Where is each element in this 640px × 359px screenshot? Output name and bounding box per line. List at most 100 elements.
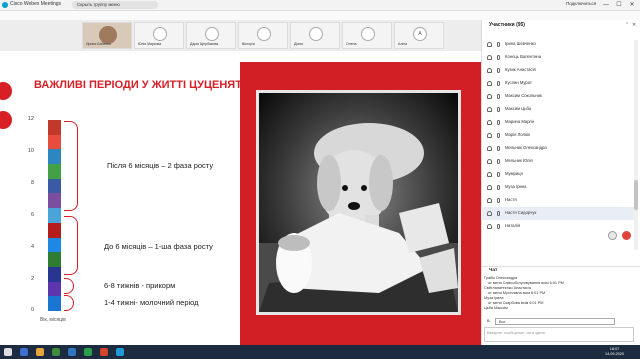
age-segment <box>48 222 61 239</box>
participant-row[interactable]: Мумриця <box>481 168 634 181</box>
person-icon <box>487 42 492 47</box>
app-title: Cisco Webex Meetings <box>10 1 62 7</box>
participant-row[interactable]: Настя Сидорчук <box>481 207 634 220</box>
participant-row[interactable]: Мельник Юлія <box>481 155 634 168</box>
participant-name: Максим Цьба <box>505 106 532 111</box>
thumbnail-name: Ирина Бабенко <box>86 42 111 46</box>
microphone-icon[interactable] <box>497 42 500 47</box>
participant-row[interactable]: Марія Лолюк <box>481 129 634 142</box>
age-segment <box>48 149 61 165</box>
video-thumbnail[interactable]: A Аліна <box>394 22 444 49</box>
age-segment <box>48 193 61 209</box>
puppy-photo <box>256 90 461 315</box>
scrollbar-thumb[interactable] <box>634 180 638 210</box>
webex-icon[interactable] <box>116 348 124 356</box>
phase-brace <box>64 121 78 211</box>
minimize-button[interactable]: — <box>600 0 612 10</box>
microphone-icon[interactable] <box>497 120 500 125</box>
participant-name: Конєць Валентина <box>505 54 542 59</box>
remove-participant-icon[interactable] <box>622 231 631 240</box>
participant-name: Мельник Олександра <box>505 145 547 150</box>
collapse-icon[interactable]: ⌃ <box>625 22 629 28</box>
y-tick-label: 2 <box>30 276 34 282</box>
windows-start-icon[interactable] <box>4 348 12 356</box>
participant-row[interactable]: Ірина Шевченко <box>481 38 634 51</box>
person-icon <box>487 224 492 229</box>
participant-row[interactable]: Максим Цьба <box>481 103 634 116</box>
microphone-icon[interactable] <box>497 224 500 229</box>
participant-name: Куслин Мурат <box>505 80 532 85</box>
participant-name: Настя Сидорчук <box>505 210 537 215</box>
participant-name: Марія Лолюк <box>505 132 530 137</box>
person-icon <box>487 107 492 112</box>
app-icon[interactable] <box>20 348 28 356</box>
microphone-icon[interactable] <box>497 133 500 138</box>
participants-title: Участники (95) <box>489 22 525 28</box>
chat-message-meta: от меня Скарбова всім 6:01 PM <box>488 301 544 305</box>
word-icon[interactable] <box>68 348 76 356</box>
y-tick-label: 6 <box>30 212 34 218</box>
person-icon <box>487 55 492 60</box>
participant-row[interactable]: Куслин Мурат <box>481 77 634 90</box>
participant-row[interactable]: Кузик Анастасія <box>481 64 634 77</box>
microphone-icon[interactable] <box>497 55 500 60</box>
participant-row[interactable]: Марина Маргін <box>481 116 634 129</box>
video-thumbnail[interactable]: Діана <box>290 22 340 49</box>
chat-recipient-select[interactable]: Все <box>495 318 615 325</box>
microphone-icon[interactable] <box>497 94 500 99</box>
person-icon <box>487 211 492 216</box>
clock-date: 14.09.2020 <box>605 352 625 356</box>
video-thumbnail[interactable]: Дарія Щербакова <box>186 22 236 49</box>
microphone-icon[interactable] <box>497 172 500 177</box>
participants-header[interactable]: Участники (95) ⌃ ✕ <box>481 20 640 31</box>
age-segment <box>48 134 61 150</box>
avatar: A <box>413 27 427 41</box>
x-axis-label: Вік, місяців <box>40 317 66 323</box>
microphone-icon[interactable] <box>497 185 500 190</box>
video-thumbnail[interactable]: Олена <box>342 22 392 49</box>
avatar <box>309 27 323 41</box>
avatar <box>257 27 271 41</box>
participant-row[interactable]: Муза Ірина <box>481 181 634 194</box>
thumbnail-name: Діана <box>294 42 303 46</box>
app-icon[interactable] <box>84 348 92 356</box>
participant-row[interactable]: Максим Сокольник <box>481 90 634 103</box>
participant-name: Кузик Анастасія <box>505 67 536 72</box>
close-icon[interactable]: ✕ <box>632 22 636 28</box>
microphone-icon[interactable] <box>497 159 500 164</box>
participants-scrollbar[interactable] <box>634 40 638 250</box>
chat-sender: Свйтланатеєнко Анастасія <box>484 286 531 290</box>
video-thumbnail[interactable]: Юлія Маркова <box>134 22 184 49</box>
hide-menu-button[interactable]: Скрыть группу меню <box>72 1 158 9</box>
microphone-icon[interactable] <box>497 107 500 112</box>
app-icon[interactable] <box>52 348 60 356</box>
participant-row[interactable]: Мельник Олександра <box>481 142 634 155</box>
microphone-icon[interactable] <box>497 68 500 73</box>
age-segment <box>48 296 61 312</box>
participant-row[interactable]: Настя <box>481 194 634 207</box>
participant-row[interactable]: Конєць Валентина <box>481 51 634 64</box>
microphone-icon[interactable] <box>497 211 500 216</box>
chat-input[interactable]: Введите сообщение чата здесь <box>484 327 634 342</box>
person-icon <box>487 185 492 190</box>
connect-button[interactable]: Подключиться <box>566 1 596 6</box>
slide-title: ВАЖЛИВІ ПЕРІОДИ У ЖИТТІ ЦУЦЕНЯТ <box>34 79 242 91</box>
close-button[interactable]: ✕ <box>626 0 638 10</box>
avatar <box>153 27 167 41</box>
chat-sender: Цьба Максим <box>484 306 508 310</box>
powerpoint-icon[interactable] <box>100 348 108 356</box>
video-thumbnail[interactable]: Ирина Бабенко <box>82 22 132 49</box>
mute-participant-icon[interactable] <box>608 231 617 240</box>
microphone-icon[interactable] <box>497 198 500 203</box>
chat-header[interactable]: Чат <box>481 266 640 275</box>
thumbnail-name: Вікторія <box>242 42 255 46</box>
participant-name: Настя <box>505 197 517 202</box>
microphone-icon[interactable] <box>497 146 500 151</box>
folder-icon[interactable] <box>36 348 44 356</box>
video-thumbnail-strip: Ирина Бабенко Юлія Маркова Дарія Щербако… <box>0 20 481 51</box>
microphone-icon[interactable] <box>497 81 500 86</box>
video-thumbnail[interactable]: Вікторія <box>238 22 288 49</box>
maximize-button[interactable]: ☐ <box>613 0 625 10</box>
age-segment <box>48 120 61 136</box>
person-icon <box>487 81 492 86</box>
